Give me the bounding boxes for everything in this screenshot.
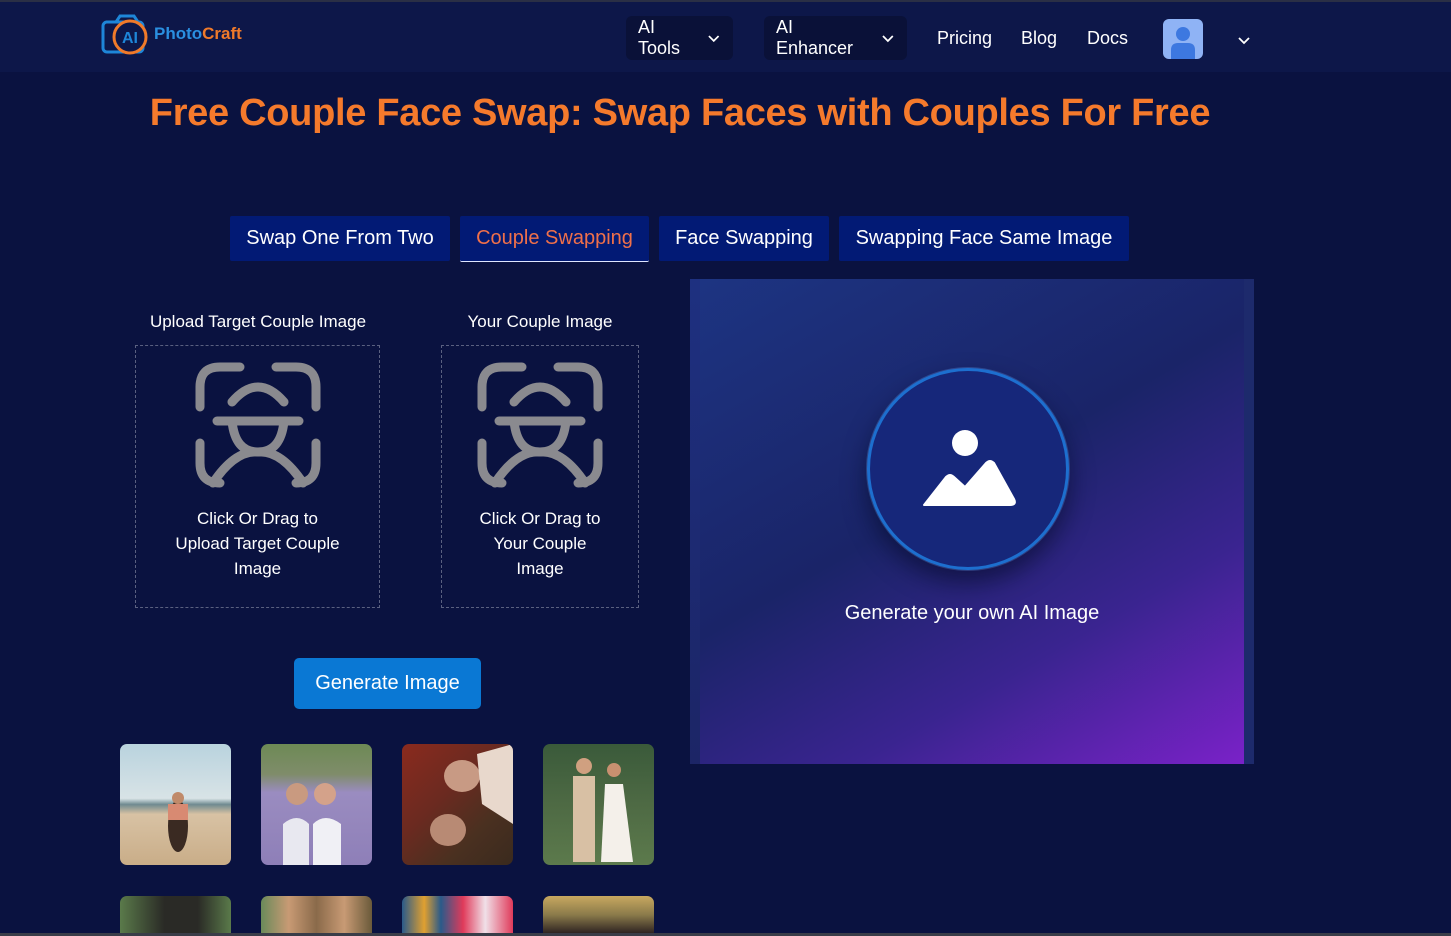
chevron-down-icon	[882, 35, 894, 43]
generate-image-button[interactable]: Generate Image	[294, 658, 481, 709]
sample-couple-graffiti[interactable]	[402, 896, 513, 934]
logo[interactable]: AI PhotoCraft	[100, 8, 260, 58]
couple-photo-icon	[573, 758, 633, 862]
nav-pricing-link[interactable]: Pricing	[937, 28, 992, 49]
nav-ai-tools-label: AI Tools	[638, 17, 681, 58]
logo-text: PhotoCraft	[154, 24, 242, 43]
result-panel-edge	[690, 279, 700, 764]
couple-photo-icon	[168, 792, 188, 852]
logo-badge-text: AI	[122, 30, 138, 47]
page-title: Free Couple Face Swap: Swap Faces with C…	[149, 92, 1211, 134]
result-placeholder-text: Generate your own AI Image	[844, 602, 1100, 624]
upload-target-instructions: Click Or Drag to Upload Target Couple Im…	[175, 509, 340, 578]
sample-couple-park[interactable]	[543, 896, 654, 934]
tab-swap-one-from-two[interactable]: Swap One From Two	[230, 216, 450, 261]
your-couple-label: Your Couple Image	[467, 312, 613, 331]
image-placeholder-icon	[923, 430, 1016, 506]
sample-couple-lying[interactable]	[402, 744, 513, 865]
upload-target-dropzone[interactable]: Click Or Drag to Upload Target Couple Im…	[135, 345, 380, 608]
your-couple-dropzone[interactable]: Click Or Drag to Your Couple Image	[441, 345, 639, 608]
nav-ai-tools-dropdown[interactable]: AI Tools	[626, 16, 733, 60]
couple-photo-icon	[283, 783, 341, 865]
nav-ai-enhancer-dropdown[interactable]: AI Enhancer	[764, 16, 907, 60]
nav-blog-link[interactable]: Blog	[1021, 28, 1057, 49]
nav-ai-enhancer-label: AI Enhancer	[776, 17, 854, 58]
tab-swapping-face-same-image[interactable]: Swapping Face Same Image	[839, 216, 1129, 261]
nav-docs-link[interactable]: Docs	[1087, 28, 1128, 49]
user-icon	[1171, 27, 1195, 59]
sample-couple-two-women[interactable]	[261, 896, 372, 934]
user-menu-chevron-icon[interactable]	[1236, 32, 1252, 48]
upload-target-label: Upload Target Couple Image	[149, 312, 367, 331]
chevron-down-icon	[708, 35, 720, 43]
sample-couple-wedding[interactable]	[543, 744, 654, 865]
tab-couple-swapping[interactable]: Couple Swapping	[460, 216, 649, 262]
face-scan-icon	[477, 362, 603, 488]
sample-couple-beach[interactable]	[120, 744, 231, 865]
user-avatar[interactable]	[1163, 19, 1203, 59]
sample-couple-lavender[interactable]	[261, 744, 372, 865]
face-scan-icon	[195, 362, 321, 488]
site-header: AI PhotoCraft AI Tools AI Enhancer Prici…	[0, 2, 1451, 72]
your-couple-instructions: Click Or Drag to Your Couple Image	[479, 509, 601, 578]
sample-couple-forest[interactable]	[120, 896, 231, 934]
camera-logo-icon: AI	[101, 14, 148, 55]
tab-face-swapping[interactable]: Face Swapping	[659, 216, 829, 261]
result-placeholder-circle	[867, 368, 1069, 570]
couple-photo-icon	[430, 744, 513, 846]
